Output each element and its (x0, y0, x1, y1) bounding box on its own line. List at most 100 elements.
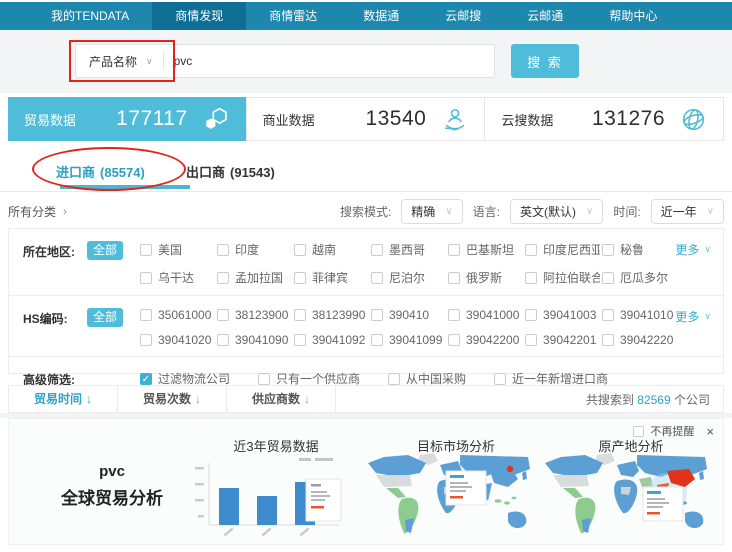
hscode-all-button[interactable]: 全部 (87, 308, 123, 327)
checkbox[interactable] (448, 272, 460, 284)
checkbox[interactable] (217, 309, 229, 321)
nav-item-help[interactable]: 帮助中心 (586, 2, 680, 30)
checkbox[interactable] (525, 244, 537, 256)
search-button[interactable]: 搜 索 (511, 44, 579, 78)
checkbox[interactable] (371, 244, 383, 256)
chevron-down-icon: ∨ (704, 244, 711, 255)
map-japan (522, 471, 527, 480)
stat-cloud-search-data[interactable]: 云搜数据 131276 (484, 98, 723, 140)
region-option[interactable]: 越南 (294, 241, 369, 258)
hscode-option[interactable]: 39042200 (448, 333, 523, 347)
stat-trade-data[interactable]: 贸易数据 177117 (8, 97, 246, 141)
origin-map[interactable] (541, 449, 713, 543)
checkbox-checked[interactable]: ✓ (140, 373, 152, 385)
checkbox[interactable] (371, 309, 383, 321)
region-option[interactable]: 美国 (140, 241, 215, 258)
region-all-button[interactable]: 全部 (87, 241, 123, 260)
checkbox[interactable] (525, 334, 537, 346)
region-option[interactable]: 尼泊尔 (371, 269, 446, 286)
nav-item-discovery[interactable]: 商情发现 (152, 2, 246, 30)
checkbox[interactable] (294, 309, 306, 321)
hscode-option[interactable]: 39041010 (602, 308, 677, 322)
tab-importers[interactable]: 进口商(85574) (56, 162, 145, 181)
hscode-option[interactable]: 39041090 (217, 333, 292, 347)
tab-exporters[interactable]: 出口商(91543) (186, 162, 275, 181)
hscode-option[interactable]: 35061000 (140, 308, 215, 322)
checkbox[interactable] (371, 272, 383, 284)
region-option[interactable]: 孟加拉国 (217, 269, 292, 286)
hscode-option[interactable]: 39042201 (525, 333, 600, 347)
nav-item-cloudmail[interactable]: 云邮通 (504, 2, 586, 30)
checkbox[interactable] (525, 309, 537, 321)
hscode-option[interactable]: 39042220 (602, 333, 677, 347)
checkbox[interactable] (448, 244, 460, 256)
search-input[interactable] (164, 54, 494, 68)
nav-item-my-tendata[interactable]: 我的TENDATA (28, 2, 152, 30)
region-option[interactable]: 阿拉伯联合... (525, 269, 600, 286)
stat-business-data[interactable]: 商业数据 13540 (246, 98, 485, 140)
checkbox[interactable] (140, 334, 152, 346)
checkbox[interactable] (602, 244, 614, 256)
checkbox[interactable] (217, 244, 229, 256)
region-option[interactable]: 俄罗斯 (448, 269, 523, 286)
close-icon[interactable]: × (706, 424, 714, 439)
time-select[interactable]: 近一年 ∨ (651, 199, 724, 224)
checkbox[interactable] (371, 334, 383, 346)
all-categories-link[interactable]: 所有分类 › (8, 203, 67, 220)
hscode-options: 35061000 38123900 38123990 390410 390410… (140, 308, 677, 347)
checkbox[interactable] (294, 272, 306, 284)
dont-remind-checkbox[interactable] (633, 426, 644, 437)
region-option[interactable]: 秘鲁 (602, 241, 677, 258)
map-mexico (563, 488, 583, 498)
map-canada (545, 455, 603, 477)
chevron-down-icon: ∨ (445, 206, 452, 217)
nav-item-cloudmail-search[interactable]: 云邮搜 (422, 2, 504, 30)
region-option[interactable]: 厄瓜多尔 (602, 269, 677, 286)
hscode-option[interactable]: 39041099 (371, 333, 446, 347)
checkbox[interactable] (602, 272, 614, 284)
checkbox[interactable] (217, 272, 229, 284)
hscode-option[interactable]: 39041020 (140, 333, 215, 347)
checkbox[interactable] (294, 244, 306, 256)
checkbox[interactable] (217, 334, 229, 346)
nav-item-radar[interactable]: 商情雷达 (246, 2, 340, 30)
target-market-map[interactable] (364, 449, 536, 543)
checkbox[interactable] (448, 334, 460, 346)
checkbox[interactable] (140, 309, 152, 321)
checkbox[interactable] (140, 244, 152, 256)
search-mode-select[interactable]: 精确 ∨ (401, 199, 462, 224)
hscode-option[interactable]: 390410 (371, 308, 446, 322)
checkbox[interactable] (602, 309, 614, 321)
checkbox[interactable] (448, 309, 460, 321)
checkbox[interactable] (294, 334, 306, 346)
region-option[interactable]: 菲律宾 (294, 269, 369, 286)
banner-title-caption: 全球贸易分析 (27, 484, 197, 509)
nav-item-datatong[interactable]: 数据通 (340, 2, 422, 30)
region-more-link[interactable]: 更多 ∨ (675, 241, 711, 258)
region-option[interactable]: 巴基斯坦 (448, 241, 523, 258)
sort-by-supplier-count[interactable]: 供应商数↓ (227, 386, 336, 412)
search-field-dropdown[interactable]: 产品名称 ∨ (76, 53, 163, 70)
checkbox[interactable] (258, 373, 270, 385)
hscode-option[interactable]: 39041092 (294, 333, 369, 347)
person-service-icon (441, 106, 468, 133)
hscode-option[interactable]: 39041000 (448, 308, 523, 322)
checkbox[interactable] (388, 373, 400, 385)
region-option[interactable]: 墨西哥 (371, 241, 446, 258)
hscode-more-link[interactable]: 更多 ∨ (675, 308, 711, 325)
top-nav: 我的TENDATA 商情发现 商情雷达 数据通 云邮搜 云邮通 帮助中心 (0, 2, 732, 30)
checkbox[interactable] (525, 272, 537, 284)
checkbox[interactable] (140, 272, 152, 284)
region-option[interactable]: 印度尼西亚 (525, 241, 600, 258)
checkbox[interactable] (494, 373, 506, 385)
language-select[interactable]: 英文(默认) ∨ (510, 199, 603, 224)
checkbox[interactable] (602, 334, 614, 346)
hscode-option[interactable]: 38123900 (217, 308, 292, 322)
region-option[interactable]: 印度 (217, 241, 292, 258)
hscode-option[interactable]: 39041003 (525, 308, 600, 322)
sort-by-trade-date[interactable]: 贸易时间↓ (9, 386, 118, 412)
sort-by-trade-count[interactable]: 贸易次数↓ (118, 386, 227, 412)
three-year-trade-bar-chart[interactable] (187, 453, 347, 543)
hscode-option[interactable]: 38123990 (294, 308, 369, 322)
region-option[interactable]: 乌干达 (140, 269, 215, 286)
